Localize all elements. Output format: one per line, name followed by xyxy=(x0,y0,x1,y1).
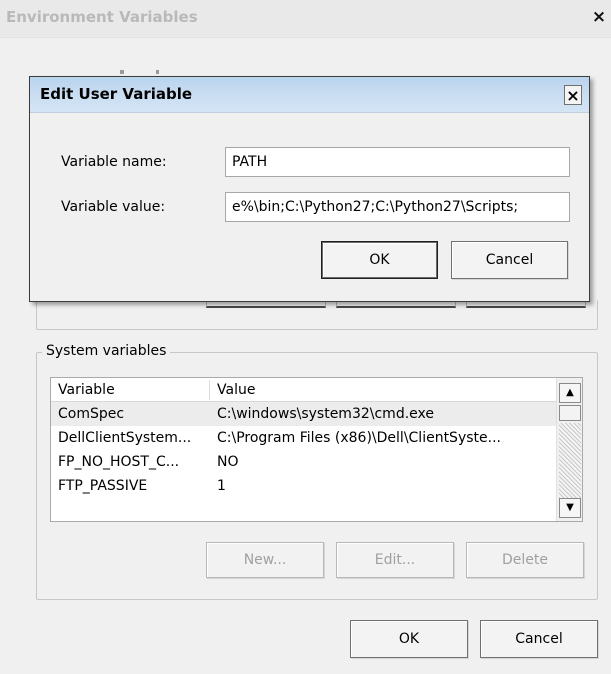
value-cell: C:\windows\system32\cmd.exe xyxy=(217,406,434,422)
outer-close-button[interactable]: × xyxy=(590,6,608,28)
variable-name-label: Variable name: xyxy=(61,154,167,170)
variable-value-label: Variable value: xyxy=(61,199,166,215)
dialog-title: Edit User Variable xyxy=(40,85,193,103)
table-row[interactable]: DellClientSystem... C:\Program Files (x8… xyxy=(51,426,556,450)
system-variables-list[interactable]: Variable Value ComSpec C:\windows\system… xyxy=(50,377,583,522)
dialog-ok-label: OK xyxy=(369,252,390,268)
outer-cancel-button[interactable]: Cancel xyxy=(480,620,598,658)
edit-user-variable-dialog: Edit User Variable × Variable name: PATH… xyxy=(29,76,590,302)
dialog-titlebar[interactable]: Edit User Variable × xyxy=(30,77,589,113)
system-new-button-label: New... xyxy=(243,552,287,568)
list-header: Variable Value xyxy=(51,378,556,402)
dialog-cancel-label: Cancel xyxy=(485,252,534,268)
system-delete-button-label: Delete xyxy=(502,552,548,568)
variable-cell: FTP_PASSIVE xyxy=(58,478,148,494)
scroll-thumb[interactable] xyxy=(559,405,581,421)
variable-value-field[interactable]: e%\bin;C:\Python27;C:\Python27\Scripts; xyxy=(225,192,570,222)
variable-cell: FP_NO_HOST_C... xyxy=(58,454,180,470)
table-row[interactable]: ComSpec C:\windows\system32\cmd.exe xyxy=(51,402,556,426)
outer-ok-label: OK xyxy=(398,631,420,647)
system-new-button[interactable]: New... xyxy=(206,542,324,578)
value-cell: 1 xyxy=(217,478,226,494)
dialog-close-icon[interactable]: × xyxy=(564,85,582,105)
outer-ok-button[interactable]: OK xyxy=(350,620,468,658)
system-variables-label: System variables xyxy=(42,343,171,359)
scroll-up-icon[interactable]: ▲ xyxy=(559,383,581,403)
column-header-variable[interactable]: Variable xyxy=(51,378,209,402)
dialog-ok-button[interactable]: OK xyxy=(321,241,438,279)
outer-window-title: Environment Variables xyxy=(6,8,198,26)
value-cell: C:\Program Files (x86)\Dell\ClientSyste.… xyxy=(217,430,501,446)
variable-cell: ComSpec xyxy=(58,406,125,422)
user-variables-group-remnant xyxy=(120,68,180,76)
table-row[interactable]: FTP_PASSIVE 1 xyxy=(51,474,556,498)
outer-cancel-label: Cancel xyxy=(515,631,563,647)
column-header-value[interactable]: Value xyxy=(210,378,550,402)
system-edit-button[interactable]: Edit... xyxy=(336,542,454,578)
value-cell: NO xyxy=(217,454,239,470)
outer-titlebar: Environment Variables × xyxy=(0,0,611,38)
variable-name-field[interactable]: PATH xyxy=(225,147,570,177)
vertical-scrollbar[interactable]: ▲ ▼ xyxy=(556,378,582,521)
scroll-track[interactable] xyxy=(559,423,581,498)
scroll-down-icon[interactable]: ▼ xyxy=(559,498,581,518)
system-delete-button[interactable]: Delete xyxy=(466,542,584,578)
variable-cell: DellClientSystem... xyxy=(58,430,192,446)
dialog-cancel-button[interactable]: Cancel xyxy=(451,241,568,279)
system-edit-button-label: Edit... xyxy=(374,552,416,568)
table-row[interactable]: FP_NO_HOST_C... NO xyxy=(51,450,556,474)
